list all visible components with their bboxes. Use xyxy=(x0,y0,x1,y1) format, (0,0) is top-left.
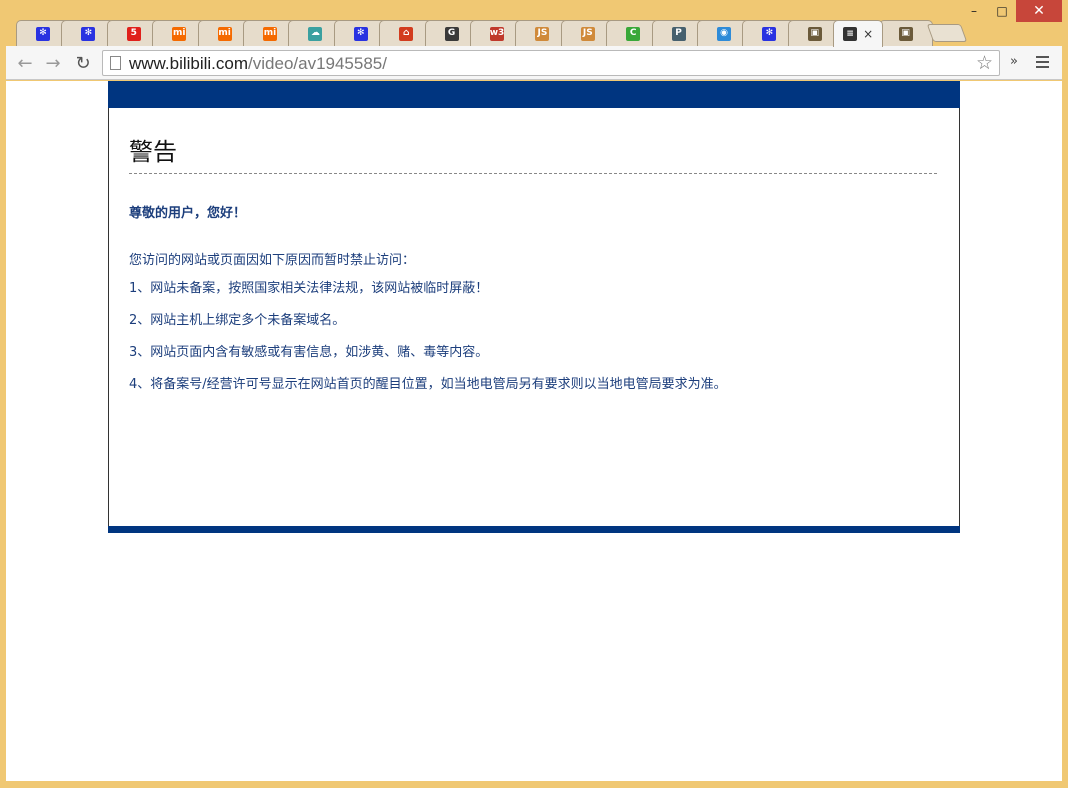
baidu-paw-icon: ✻ xyxy=(81,26,96,41)
page-icon xyxy=(110,56,121,70)
baidu-paw-icon: ✻ xyxy=(762,26,777,41)
url-host: www.bilibili.com xyxy=(129,54,249,73)
url-text[interactable]: www.bilibili.com/video/av1945585/ xyxy=(129,54,387,74)
house-icon: ⌂ xyxy=(399,26,414,41)
reason-item: 1、网站未备案，按照国家相关法律法规，该网站被临时屏蔽！ xyxy=(129,281,489,296)
menu-hamburger-icon[interactable] xyxy=(1036,56,1049,71)
close-tab-icon[interactable]: × xyxy=(863,27,873,41)
text-lines-icon: ≡ xyxy=(843,27,858,41)
tab-strip: ✻ ✻ 5 mi mi mi ☁ ✻ ⌂ Gw3 JS JS C P ◉ ✻ ▣ ≡ × ▣ xyxy=(8,18,1008,47)
extensions-overflow-button[interactable]: » xyxy=(1010,54,1018,69)
xiaomi-mi-icon: mi xyxy=(172,26,187,41)
new-tab-button[interactable] xyxy=(926,24,968,42)
browser-window: – □ ✕ ✻ ✻ 5 mi mi mi ☁ ✻ ⌂ Gw3 JS JS C P ◉ ✻ ▣ ≡ × ▣ ← → ↻ … xyxy=(0,0,1068,788)
bilibili-tv-icon: ▣ xyxy=(807,26,822,41)
wifi-icon: ◉ xyxy=(717,26,731,41)
g-letter-icon: G xyxy=(444,26,459,41)
js-icon: JS xyxy=(535,26,550,41)
address-bar[interactable]: www.bilibili.com/video/av1945585/ ☆ xyxy=(102,50,1000,76)
warning-card: 警告 尊敬的用户，您好！ 您访问的网站或页面因如下原因而暂时禁止访问： 1、网站… xyxy=(108,81,960,533)
xiaomi-mi-icon: mi xyxy=(217,26,232,41)
greeting-text: 尊敬的用户，您好！ xyxy=(129,206,247,221)
browser-tab[interactable]: ≡ × xyxy=(833,20,884,47)
forward-button[interactable]: → xyxy=(42,52,64,74)
back-button[interactable]: ← xyxy=(14,52,36,74)
intro-text: 您访问的网站或页面因如下原因而暂时禁止访问： xyxy=(129,253,416,268)
url-path: /video/av1945585/ xyxy=(248,54,387,73)
number-5-icon: 5 xyxy=(126,26,141,41)
reason-item: 4、将备案号/经营许可号显示在网站首页的醒目位置，如当地电管局另有要求则以当地电… xyxy=(129,377,727,392)
reload-button[interactable]: ↻ xyxy=(72,52,94,74)
bilibili-tv-icon: ▣ xyxy=(898,26,913,41)
reason-item: 2、网站主机上绑定多个未备案域名。 xyxy=(129,313,346,328)
p-letter-icon: P xyxy=(671,26,686,41)
close-window-button[interactable]: ✕ xyxy=(1016,0,1062,22)
baidu-paw-icon: ✻ xyxy=(36,26,50,41)
reasons-list: 1、网站未备案，按照国家相关法律法规，该网站被临时屏蔽！ 2、网站主机上绑定多个… xyxy=(129,281,727,409)
reason-item: 3、网站页面内含有敏感或有害信息，如涉黄、赌、毒等内容。 xyxy=(129,345,489,360)
js-icon: JS xyxy=(580,26,595,41)
c-letter-icon: C xyxy=(626,26,641,41)
bookmark-star-icon[interactable]: ☆ xyxy=(976,52,993,74)
browser-tab[interactable]: ▣ xyxy=(878,20,933,46)
footer-bar xyxy=(108,526,960,533)
page-viewport: 警告 尊敬的用户，您好！ 您访问的网站或页面因如下原因而暂时禁止访问： 1、网站… xyxy=(6,81,1062,781)
divider xyxy=(129,173,937,174)
browser-toolbar: ← → ↻ www.bilibili.com/video/av1945585/ … xyxy=(6,46,1062,80)
xiaomi-mi-icon: mi xyxy=(263,26,277,41)
baidu-paw-icon: ✻ xyxy=(353,26,368,41)
header-bar xyxy=(108,81,960,108)
cloud-icon: ☁ xyxy=(308,26,323,41)
w3-icon: w3 xyxy=(490,26,504,41)
page-title: 警告 xyxy=(129,138,177,166)
